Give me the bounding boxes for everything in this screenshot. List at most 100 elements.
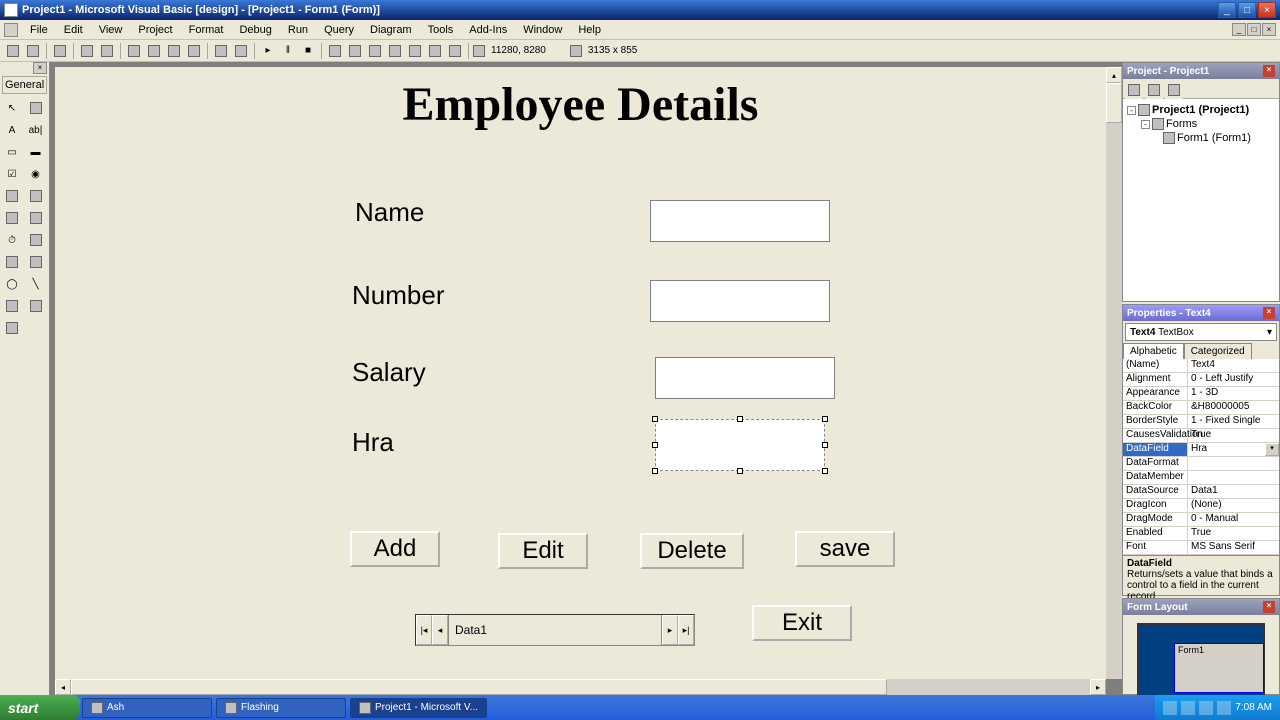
close-button[interactable]: × xyxy=(1258,2,1276,18)
open-button[interactable] xyxy=(78,42,96,60)
combobox-tool[interactable] xyxy=(2,186,22,206)
hra-textbox[interactable] xyxy=(655,419,825,471)
toggle-folders-button[interactable] xyxy=(1165,81,1183,99)
data-view-button[interactable] xyxy=(426,42,444,60)
menu-format[interactable]: Format xyxy=(181,22,232,38)
hscrollbar-tool[interactable] xyxy=(2,208,22,228)
tray-icon[interactable] xyxy=(1217,701,1231,715)
image-tool[interactable] xyxy=(2,296,22,316)
save-form-button[interactable]: save xyxy=(795,531,895,567)
resize-handle[interactable] xyxy=(652,442,658,448)
hra-label[interactable]: Hra xyxy=(352,427,394,458)
commandbutton-tool[interactable]: ▬ xyxy=(26,142,46,162)
mdi-system-icon[interactable] xyxy=(4,23,18,37)
properties-window-button[interactable] xyxy=(346,42,364,60)
property-value[interactable]: &H80000005 xyxy=(1188,401,1279,414)
property-value[interactable]: Text4 xyxy=(1188,359,1279,372)
property-value[interactable]: Data1 xyxy=(1188,485,1279,498)
system-tray[interactable]: 7:08 AM xyxy=(1155,695,1280,720)
tray-icon[interactable] xyxy=(1163,701,1177,715)
menu-help[interactable]: Help xyxy=(570,22,609,38)
name-textbox[interactable] xyxy=(650,200,830,242)
add-button[interactable]: Add xyxy=(350,531,440,567)
property-row[interactable]: BackColor&H80000005 xyxy=(1123,401,1279,415)
edit-button[interactable]: Edit xyxy=(498,533,588,569)
property-value[interactable]: MS Sans Serif xyxy=(1188,541,1279,554)
label-tool[interactable]: A xyxy=(2,120,22,140)
property-row[interactable]: DataFormat xyxy=(1123,457,1279,471)
tray-icon[interactable] xyxy=(1181,701,1195,715)
cut-button[interactable] xyxy=(125,42,143,60)
scroll-thumb[interactable] xyxy=(71,679,887,695)
layout-panel-title[interactable]: Form Layout × xyxy=(1123,599,1279,615)
properties-panel-title[interactable]: Properties - Text4 × xyxy=(1123,305,1279,321)
shape-tool[interactable]: ◯ xyxy=(2,274,22,294)
salary-label[interactable]: Salary xyxy=(352,357,426,388)
properties-grid[interactable]: (Name)Text4Alignment0 - Left JustifyAppe… xyxy=(1123,359,1279,555)
resize-handle[interactable] xyxy=(652,468,658,474)
optionbutton-tool[interactable]: ◉ xyxy=(26,164,46,184)
property-row[interactable]: DataFieldHra▾ xyxy=(1123,443,1279,457)
tree-collapse-icon[interactable]: - xyxy=(1127,106,1136,115)
scroll-right-button[interactable]: ▸ xyxy=(1090,679,1106,695)
designer-horizontal-scrollbar[interactable]: ◂ ▸ xyxy=(55,679,1106,695)
resize-handle[interactable] xyxy=(737,468,743,474)
textbox-tool[interactable]: ab| xyxy=(26,120,46,140)
taskbar-item-ash[interactable]: Ash xyxy=(82,698,212,718)
checkbox-tool[interactable]: ☑ xyxy=(2,164,22,184)
project-panel-title[interactable]: Project - Project1 × xyxy=(1123,63,1279,79)
property-row[interactable]: (Name)Text4 xyxy=(1123,359,1279,373)
resize-handle[interactable] xyxy=(737,416,743,422)
designer-vertical-scrollbar[interactable]: ▴ xyxy=(1106,67,1122,679)
filelistbox-tool[interactable] xyxy=(26,252,46,272)
salary-textbox[interactable] xyxy=(655,357,835,399)
categorized-tab[interactable]: Categorized xyxy=(1184,343,1252,359)
property-value[interactable]: 1 - 3D xyxy=(1188,387,1279,400)
project-panel-close-button[interactable]: × xyxy=(1263,65,1275,77)
taskbar-item-vb[interactable]: Project1 - Microsoft V... xyxy=(350,698,487,718)
save-button[interactable] xyxy=(98,42,116,60)
listbox-tool[interactable] xyxy=(26,186,46,206)
line-tool[interactable]: ╲ xyxy=(26,274,46,294)
property-row[interactable]: CausesValidationTrue xyxy=(1123,429,1279,443)
menu-run[interactable]: Run xyxy=(280,22,316,38)
menu-window[interactable]: Window xyxy=(515,22,570,38)
forms-folder-node[interactable]: Forms xyxy=(1166,118,1197,130)
property-value[interactable]: 0 - Manual xyxy=(1188,513,1279,526)
dirlistbox-tool[interactable] xyxy=(2,252,22,272)
scroll-left-button[interactable]: ◂ xyxy=(55,679,71,695)
property-value[interactable]: Hra▾ xyxy=(1188,443,1279,456)
menu-diagram[interactable]: Diagram xyxy=(362,22,420,38)
toolbox-button[interactable] xyxy=(406,42,424,60)
form-layout-button[interactable] xyxy=(366,42,384,60)
property-row[interactable]: DataSourceData1 xyxy=(1123,485,1279,499)
ole-tool[interactable] xyxy=(2,318,22,338)
chevron-down-icon[interactable]: ▾ xyxy=(1267,327,1272,338)
resize-handle[interactable] xyxy=(822,416,828,422)
property-row[interactable]: DataMember xyxy=(1123,471,1279,485)
number-label[interactable]: Number xyxy=(352,280,444,311)
find-button[interactable] xyxy=(185,42,203,60)
property-row[interactable]: Alignment0 - Left Justify xyxy=(1123,373,1279,387)
form-title-label[interactable]: Employee Details xyxy=(403,77,759,132)
timer-tool[interactable]: ⏱ xyxy=(2,230,22,250)
redo-button[interactable] xyxy=(232,42,250,60)
property-row[interactable]: Appearance1 - 3D xyxy=(1123,387,1279,401)
minimize-button[interactable]: _ xyxy=(1218,2,1236,18)
data-first-button[interactable]: |◂ xyxy=(416,615,432,645)
mdi-restore-button[interactable]: □ xyxy=(1247,23,1261,36)
number-textbox[interactable] xyxy=(650,280,830,322)
object-browser-button[interactable] xyxy=(386,42,404,60)
menu-edit[interactable]: Edit xyxy=(56,22,91,38)
mdi-minimize-button[interactable]: _ xyxy=(1232,23,1246,36)
resize-handle[interactable] xyxy=(822,442,828,448)
property-row[interactable]: DragMode0 - Manual xyxy=(1123,513,1279,527)
toolbox-close-button[interactable]: × xyxy=(33,62,47,74)
name-label[interactable]: Name xyxy=(355,197,424,228)
scroll-up-button[interactable]: ▴ xyxy=(1106,67,1122,83)
maximize-button[interactable]: □ xyxy=(1238,2,1256,18)
property-value[interactable] xyxy=(1188,457,1279,470)
exit-button[interactable]: Exit xyxy=(752,605,852,641)
menu-file[interactable]: File xyxy=(22,22,56,38)
data-prev-button[interactable]: ◂ xyxy=(432,615,448,645)
